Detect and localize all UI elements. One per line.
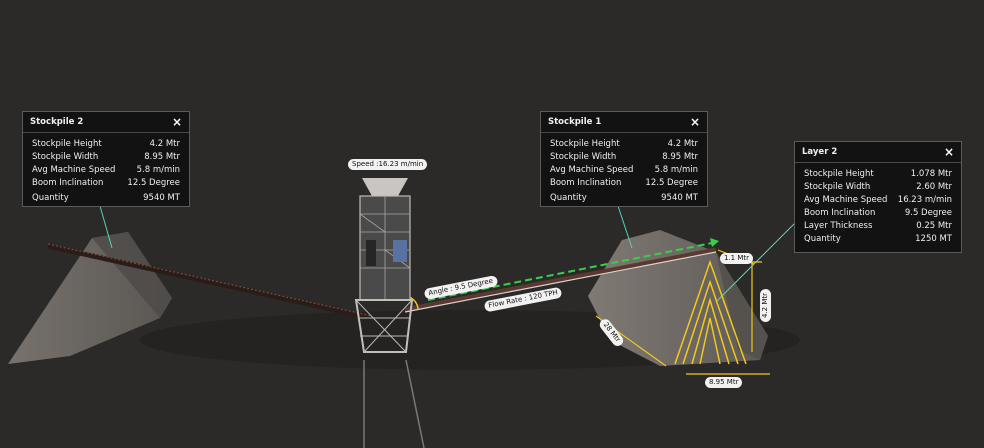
- row-label: Stockpile Width: [550, 152, 617, 162]
- info-row: Boom Inclination 9.5 Degree: [804, 207, 952, 220]
- info-row: Boom Inclination 12.5 Degree: [550, 177, 698, 190]
- panel-header: Stockpile 2 ×: [23, 112, 189, 133]
- row-value: 5.8 m/min: [654, 165, 698, 175]
- info-row: Stockpile Width 8.95 Mtr: [32, 151, 180, 164]
- close-icon[interactable]: ×: [944, 146, 954, 158]
- row-label: Layer Thickness: [804, 221, 873, 231]
- info-row: Quantity 9540 MT: [32, 192, 180, 205]
- row-value: 9540 MT: [661, 193, 698, 203]
- panel-body: Stockpile Height 4.2 Mtr Stockpile Width 8…: [541, 133, 707, 209]
- row-label: Stockpile Width: [804, 182, 871, 192]
- row-value: 5.8 m/min: [136, 165, 180, 175]
- info-row: Stockpile Height 1.078 Mtr: [804, 168, 952, 181]
- length-right-label: 1.1 Mtr: [720, 253, 754, 264]
- row-label: Boom Inclination: [32, 178, 104, 188]
- info-row: Stockpile Height 4.2 Mtr: [32, 138, 180, 151]
- info-row: Quantity 1250 MT: [804, 233, 952, 246]
- info-row: Avg Machine Speed 16.23 m/min: [804, 194, 952, 207]
- panel-body: Stockpile Height 1.078 Mtr Stockpile Widt…: [795, 163, 961, 250]
- row-value: 0.25 Mtr: [916, 221, 952, 231]
- panel-header: Stockpile 1 ×: [541, 112, 707, 133]
- row-label: Stockpile Height: [804, 169, 874, 179]
- info-row: Stockpile Height 4.2 Mtr: [550, 138, 698, 151]
- close-icon[interactable]: ×: [690, 116, 700, 128]
- row-label: Quantity: [32, 193, 69, 203]
- row-label: Quantity: [550, 193, 587, 203]
- height-label: 4.2 Mtr: [760, 288, 772, 323]
- row-value: 4.2 Mtr: [667, 139, 698, 149]
- row-label: Stockpile Width: [32, 152, 99, 162]
- panel-title: Layer 2: [802, 147, 838, 157]
- row-label: Boom Inclination: [550, 178, 622, 188]
- row-value: 12.5 Degree: [645, 178, 698, 188]
- stockpile-1-panel: Stockpile 1 × Stockpile Height 4.2 Mtr St…: [540, 111, 708, 207]
- row-value: 8.95 Mtr: [662, 152, 698, 162]
- row-label: Avg Machine Speed: [550, 165, 634, 175]
- row-value: 2.60 Mtr: [916, 182, 952, 192]
- info-row: Layer Thickness 0.25 Mtr: [804, 220, 952, 233]
- row-label: Quantity: [804, 234, 841, 244]
- row-value: 16.23 m/min: [897, 195, 952, 205]
- row-value: 12.5 Degree: [127, 178, 180, 188]
- support-rails: [363, 359, 425, 448]
- row-value: 9540 MT: [143, 193, 180, 203]
- row-label: Avg Machine Speed: [32, 165, 116, 175]
- stockpile-2-panel: Stockpile 2 × Stockpile Height 4.2 Mtr St…: [22, 111, 190, 207]
- row-value: 9.5 Degree: [904, 208, 952, 218]
- speed-label: Speed :16.23 m/min: [348, 159, 428, 170]
- row-value: 1.078 Mtr: [910, 169, 952, 179]
- layer-2-panel: Layer 2 × Stockpile Height 1.078 Mtr Stoc…: [794, 141, 962, 253]
- info-row: Stockpile Width 8.95 Mtr: [550, 151, 698, 164]
- panel-header: Layer 2 ×: [795, 142, 961, 163]
- panel-title: Stockpile 2: [30, 117, 84, 127]
- panel-body: Stockpile Height 4.2 Mtr Stockpile Width 8…: [23, 133, 189, 209]
- close-icon[interactable]: ×: [172, 116, 182, 128]
- row-value: 1250 MT: [915, 234, 952, 244]
- info-row: Stockpile Width 2.60 Mtr: [804, 181, 952, 194]
- row-value: 8.95 Mtr: [144, 152, 180, 162]
- row-value: 4.2 Mtr: [149, 139, 180, 149]
- info-row: Avg Machine Speed 5.8 m/min: [550, 164, 698, 177]
- row-label: Boom Inclination: [804, 208, 876, 218]
- row-label: Stockpile Height: [32, 139, 102, 149]
- info-row: Quantity 9540 MT: [550, 192, 698, 205]
- row-label: Stockpile Height: [550, 139, 620, 149]
- row-label: Avg Machine Speed: [804, 195, 888, 205]
- info-row: Avg Machine Speed 5.8 m/min: [32, 164, 180, 177]
- panel-title: Stockpile 1: [548, 117, 602, 127]
- width-label: 8.95 Mtr: [705, 377, 743, 388]
- info-row: Boom Inclination 12.5 Degree: [32, 177, 180, 190]
